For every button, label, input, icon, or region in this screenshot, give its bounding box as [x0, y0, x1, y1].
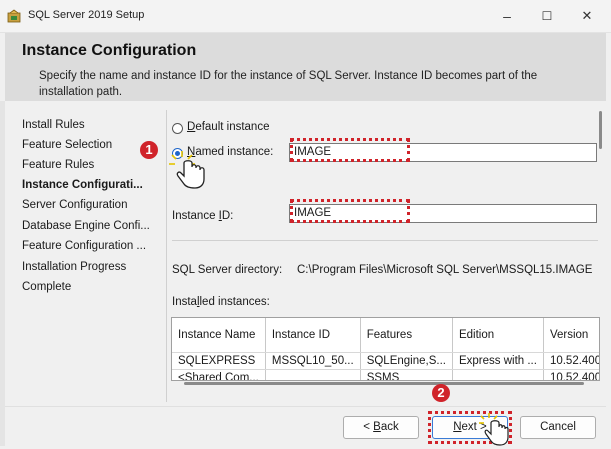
table-cell: SQLEXPRESS [172, 352, 266, 370]
sidebar-item-instance-configuration[interactable]: Instance Configurati... [22, 179, 143, 191]
instance-id-highlight [290, 199, 410, 223]
table-cell: SQLEngine,S... [360, 352, 453, 370]
sidebar-item-feature-configuration[interactable]: Feature Configuration ... [22, 240, 146, 252]
left-edge [0, 101, 5, 446]
table-cell: 10.52.4000... [543, 352, 599, 370]
column-header[interactable]: Edition [452, 318, 544, 353]
directory-label: SQL Server directory: [172, 264, 283, 276]
back-button[interactable]: < Back [343, 416, 419, 439]
table-cell: Express with ... [452, 352, 544, 370]
table-cell [265, 369, 361, 380]
vertical-scrollbar[interactable] [599, 111, 602, 149]
column-header[interactable]: Features [360, 318, 453, 353]
page-description: Specify the name and instance ID for the… [39, 70, 538, 98]
column-header[interactable]: Instance Name [172, 318, 266, 353]
table-header-row: Instance Name Instance ID Features Editi… [172, 318, 599, 353]
table-cell: SSMS [360, 369, 453, 380]
directory-value: C:\Program Files\Microsoft SQL Server\MS… [297, 264, 593, 276]
close-button[interactable]: ✕ [567, 0, 607, 32]
table-row[interactable]: <Shared Com... SSMS 10.52.4000... [172, 369, 599, 380]
sidebar-item-database-engine-config[interactable]: Database Engine Confi... [22, 220, 150, 232]
horizontal-scrollbar[interactable] [184, 382, 584, 385]
table-cell: MSSQL10_50... [265, 352, 361, 370]
table-cell: 10.52.4000... [543, 369, 599, 380]
window-title: SQL Server 2019 Setup [28, 9, 145, 21]
sql-server-setup-icon [7, 9, 21, 23]
minimize-button[interactable]: – [487, 0, 527, 32]
instance-id-label: Instance ID: [172, 210, 234, 222]
column-header[interactable]: Instance ID [265, 318, 361, 353]
default-instance-label: Default instance [187, 121, 270, 133]
hand-cursor-icon [168, 150, 210, 190]
hand-cursor-icon [478, 412, 514, 446]
step-1-badge: 1 [140, 141, 158, 159]
table-cell: <Shared Com... [172, 369, 266, 380]
cancel-button[interactable]: Cancel [520, 416, 596, 439]
default-instance-radio[interactable] [172, 123, 183, 134]
sidebar-item-server-configuration[interactable]: Server Configuration [22, 199, 127, 211]
step-2-badge: 2 [432, 384, 450, 402]
installed-instances-label: Installed instances: [172, 296, 270, 308]
installed-instances-grid[interactable]: Instance Name Instance ID Features Editi… [171, 317, 600, 381]
page-title: Instance Configuration [22, 42, 197, 59]
sidebar-item-feature-rules[interactable]: Feature Rules [22, 159, 94, 171]
column-header[interactable]: Version [543, 318, 599, 353]
sidebar-item-complete[interactable]: Complete [22, 281, 71, 293]
sidebar-divider [166, 110, 167, 402]
sidebar-item-install-rules[interactable]: Install Rules [22, 119, 85, 131]
table-cell [452, 369, 544, 380]
sidebar-item-feature-selection[interactable]: Feature Selection [22, 139, 112, 151]
section-divider [172, 240, 598, 241]
named-instance-highlight [290, 138, 410, 162]
footer-separator [5, 406, 606, 407]
sidebar-item-installation-progress[interactable]: Installation Progress [22, 261, 126, 273]
maximize-button[interactable]: ☐ [527, 0, 567, 32]
table-row[interactable]: SQLEXPRESS MSSQL10_50... SQLEngine,S... … [172, 352, 599, 370]
